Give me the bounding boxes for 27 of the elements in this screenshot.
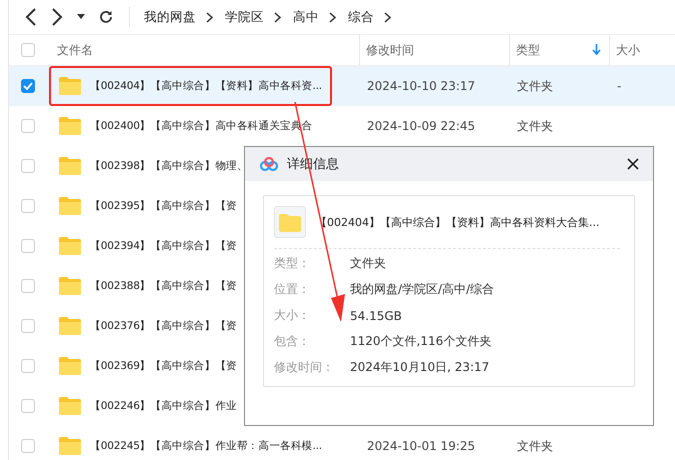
detail-label: 位置： [274, 281, 311, 298]
modified-time: 2024-10-01 19:25 [367, 439, 476, 453]
file-size: - [617, 79, 622, 93]
modified-time: 2024-10-10 23:17 [367, 79, 476, 93]
modified-time: 2024-10-09 22:45 [367, 119, 476, 133]
detail-label: 包含： [274, 333, 311, 350]
file-type: 文件夹 [517, 78, 553, 92]
file-name: 【002369】【高中综合】【资 [90, 359, 237, 373]
file-name: 【002404】【高中综合】【资料】高中各科资... [90, 79, 322, 93]
file-name: 【002245】【高中综合】作业帮：高一各科模... [90, 439, 322, 453]
detail-value: 文件夹 [350, 255, 387, 272]
detail-value: 1120个文件,116个文件夹 [350, 333, 492, 350]
file-type: 文件夹 [517, 438, 553, 452]
file-name: 【002394】【高中综合】【资 [90, 239, 237, 253]
detail-value: 2024年10月10日, 23:17 [350, 359, 490, 376]
file-name: 【002398】【高中综合】物理、 [90, 159, 248, 173]
detail-label: 大小： [274, 307, 311, 324]
detail-label: 类型： [274, 255, 311, 272]
file-type: 文件夹 [517, 118, 553, 132]
file-name: 【002246】【高中综合】作业 [90, 399, 237, 413]
file-name: 【002388】【高中综合】【资 [90, 279, 237, 293]
detail-value: 我的网盘/学院区/高中/综合 [350, 281, 496, 298]
file-name: 【002376】【高中综合】【资 [90, 319, 237, 333]
detail-value: 54.15GB [350, 308, 403, 322]
folder-name: 【002404】【高中综合】【资料】高中各科资料大合集... [316, 214, 600, 230]
file-name: 【002395】【高中综合】【资 [90, 199, 237, 213]
detail-label: 修改时间： [274, 359, 335, 376]
